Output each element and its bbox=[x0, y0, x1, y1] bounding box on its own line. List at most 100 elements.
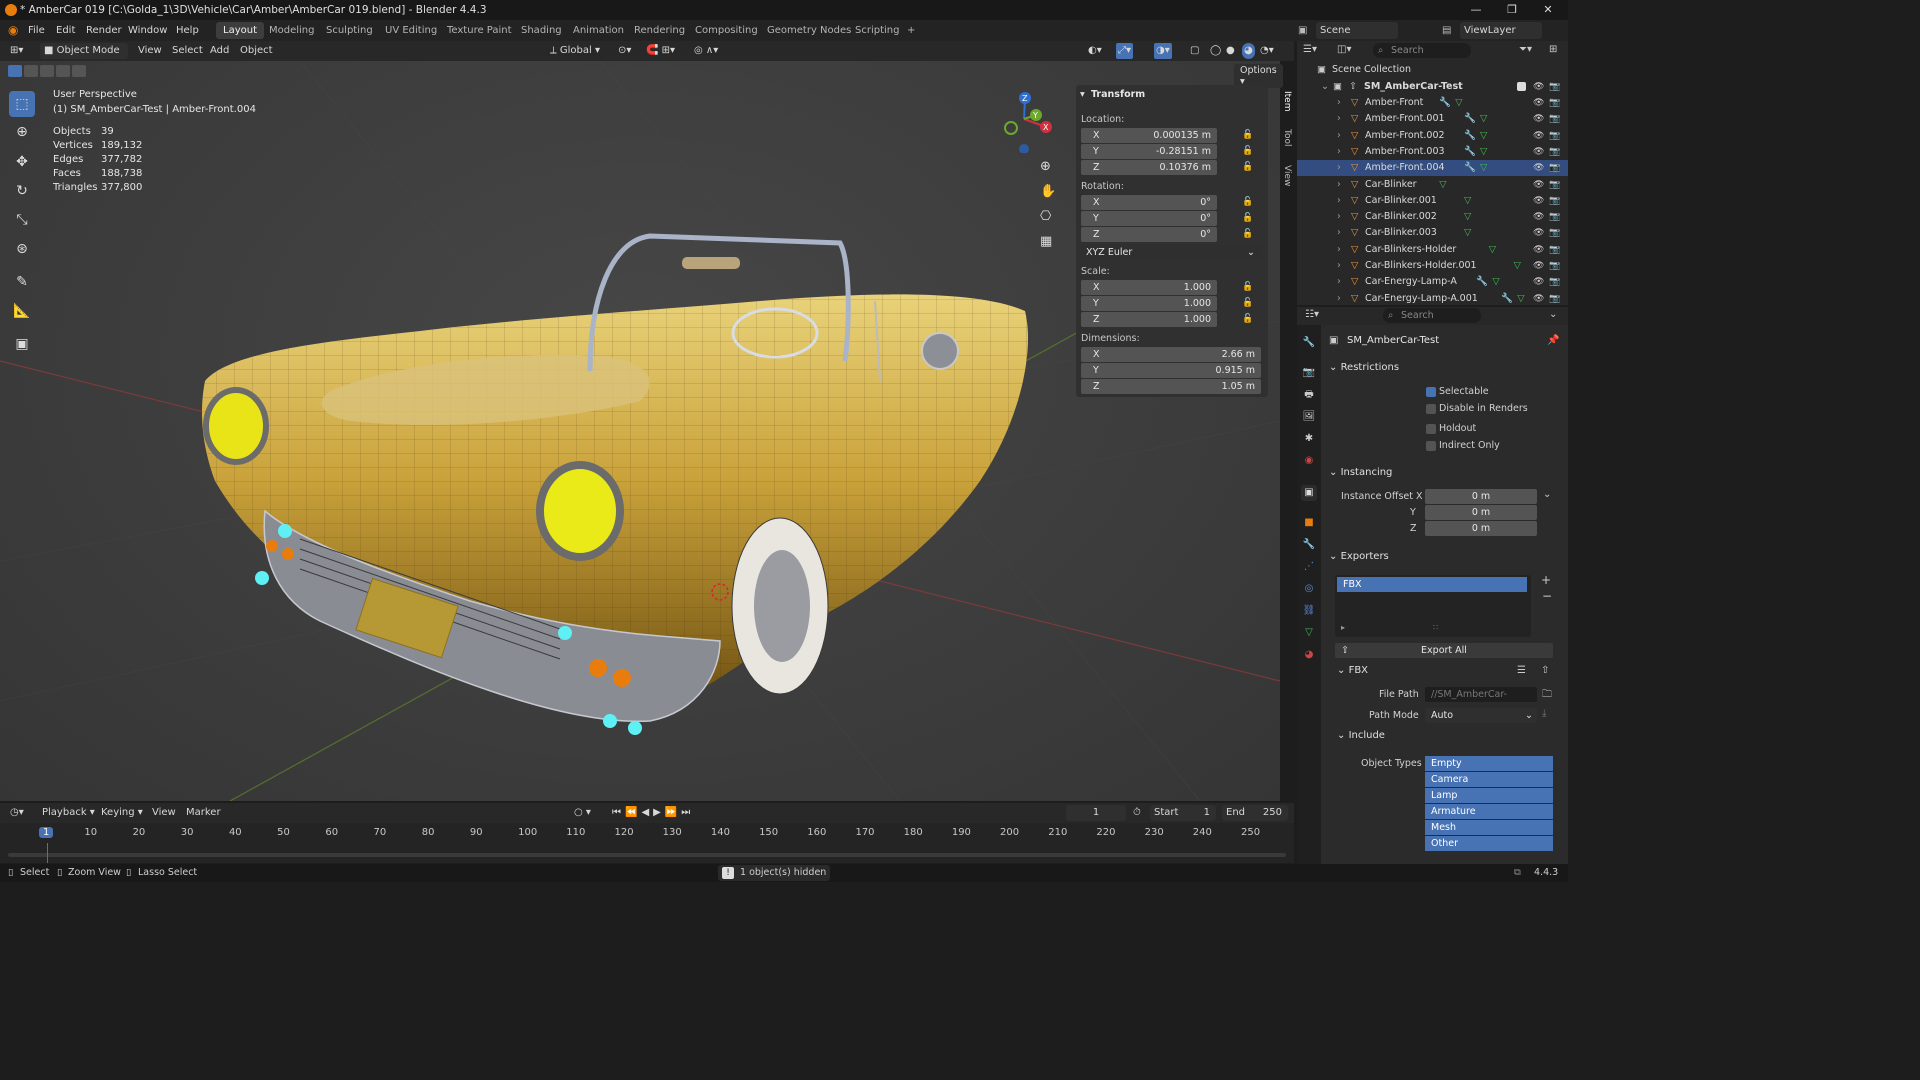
include-header[interactable]: ⌄ Include bbox=[1337, 730, 1385, 741]
object-tab-icon[interactable]: ■ bbox=[1301, 515, 1317, 531]
playback-controls[interactable]: ⏮⏪◀▶⏩⏭ bbox=[612, 805, 694, 821]
timeline-editor-icon[interactable]: ◷▾ bbox=[10, 805, 24, 821]
object-type-armature[interactable]: Armature bbox=[1425, 804, 1553, 819]
playback-menu[interactable]: Playback ▾ bbox=[42, 805, 95, 821]
lock-icon[interactable]: 🔓 bbox=[1242, 298, 1253, 308]
exporter-list-item[interactable]: FBX bbox=[1337, 577, 1527, 592]
timeline-scrollbar[interactable] bbox=[8, 853, 1286, 857]
end-frame-field[interactable]: End 250 bbox=[1222, 805, 1288, 821]
filter-icon[interactable]: ⏷▾ bbox=[1519, 44, 1532, 55]
camera-icon[interactable]: 📷 bbox=[1549, 291, 1560, 305]
tab-uv-editing[interactable]: UV Editing bbox=[378, 22, 444, 39]
location-z-field[interactable]: Z 0.10376 m bbox=[1081, 160, 1217, 175]
eye-icon[interactable]: 👁 bbox=[1533, 242, 1544, 258]
tab-layout[interactable]: Layout bbox=[216, 22, 264, 39]
view-menu[interactable]: View bbox=[138, 43, 162, 59]
start-frame-field[interactable]: Start 1 bbox=[1150, 805, 1216, 821]
add-cube-tool-icon[interactable]: ▣ bbox=[9, 331, 35, 357]
new-collection-icon[interactable]: ⊞ bbox=[1549, 44, 1557, 55]
camera-icon[interactable]: 📷 bbox=[1549, 111, 1560, 127]
location-y-field[interactable]: Y -0.28151 m bbox=[1081, 144, 1217, 159]
select-box-tool-icon[interactable]: ⬚ bbox=[9, 91, 35, 117]
camera-view-icon[interactable]: ⎔ bbox=[1040, 209, 1051, 224]
timeline-view-menu[interactable]: View bbox=[152, 805, 176, 821]
outliner-item[interactable]: › ▽ Amber-Front.004 🔧 ▽ 👁 📷 bbox=[1297, 160, 1568, 177]
eye-icon[interactable]: 👁 bbox=[1533, 193, 1544, 209]
lock-icon[interactable]: 🔓 bbox=[1242, 213, 1253, 223]
select-new-icon[interactable] bbox=[8, 65, 22, 77]
material-tab-icon[interactable]: ◕ bbox=[1301, 647, 1317, 663]
instance-offset-y-field[interactable]: 0 m bbox=[1425, 505, 1537, 520]
scene-tab-icon[interactable]: ✱ bbox=[1301, 431, 1317, 447]
select-intersect-icon[interactable] bbox=[72, 65, 86, 77]
scale-z-field[interactable]: Z 1.000 bbox=[1081, 312, 1217, 327]
select-invert-icon[interactable] bbox=[56, 65, 70, 77]
list-expand-icon[interactable]: ▸ bbox=[1341, 623, 1345, 632]
tab-scripting[interactable]: Scripting bbox=[848, 22, 906, 39]
annotate-tool-icon[interactable]: ✎ bbox=[9, 269, 35, 295]
camera-icon[interactable]: 📷 bbox=[1549, 225, 1560, 241]
rendered-shading-icon[interactable]: ◔▾ bbox=[1260, 43, 1274, 59]
eye-icon[interactable]: 👁 bbox=[1533, 95, 1544, 111]
add-exporter-button[interactable]: + bbox=[1541, 573, 1551, 587]
physics-tab-icon[interactable]: ◎ bbox=[1301, 581, 1317, 597]
location-x-field[interactable]: X 0.000135 m bbox=[1081, 128, 1217, 143]
camera-icon[interactable]: 📷 bbox=[1549, 274, 1560, 290]
minimize-button[interactable]: — bbox=[1458, 0, 1494, 20]
lock-icon[interactable]: 🔓 bbox=[1242, 282, 1253, 292]
outliner-item[interactable]: › ▽ Amber-Front.002 🔧 ▽ 👁 📷 bbox=[1297, 128, 1568, 144]
checkbox[interactable] bbox=[1517, 82, 1526, 91]
eye-icon[interactable]: 👁 bbox=[1533, 79, 1544, 95]
pin-icon[interactable]: 📌 bbox=[1547, 335, 1559, 346]
camera-icon[interactable]: 📷 bbox=[1549, 79, 1560, 95]
camera-icon[interactable]: 📷 bbox=[1549, 177, 1560, 193]
path-mode-dropdown[interactable]: Auto ⌄ bbox=[1425, 708, 1537, 723]
tab-view[interactable]: View bbox=[1278, 165, 1292, 186]
instancing-header[interactable]: ⌄ Instancing bbox=[1329, 467, 1392, 478]
tab-sculpting[interactable]: Sculpting bbox=[319, 22, 380, 39]
zoom-icon[interactable]: ⊕ bbox=[1040, 159, 1051, 174]
add-menu[interactable]: Add bbox=[210, 43, 229, 59]
camera-icon[interactable]: 📷 bbox=[1549, 242, 1560, 258]
dimensions-x-field[interactable]: X 2.66 m bbox=[1081, 347, 1261, 362]
transform-collapse-icon[interactable]: ▾ bbox=[1080, 89, 1085, 100]
instance-offset-z-field[interactable]: 0 m bbox=[1425, 521, 1537, 536]
export-icon[interactable]: ⇧ bbox=[1541, 665, 1549, 676]
scene-collection-row[interactable]: ▣ Scene Collection bbox=[1297, 62, 1568, 78]
transform-tool-icon[interactable]: ⊛ bbox=[9, 236, 35, 262]
particles-tab-icon[interactable]: ⋰ bbox=[1301, 559, 1317, 575]
pivot-icon[interactable]: ⊙▾ bbox=[618, 43, 631, 59]
eye-icon[interactable]: 👁 bbox=[1533, 225, 1544, 241]
move-tool-icon[interactable]: ✥ bbox=[9, 149, 35, 175]
camera-icon[interactable]: 📷 bbox=[1549, 144, 1560, 160]
chevron-right-icon[interactable]: › bbox=[1337, 177, 1341, 193]
rotation-z-field[interactable]: Z 0° bbox=[1081, 227, 1217, 242]
exporters-header[interactable]: ⌄ Exporters bbox=[1329, 551, 1389, 562]
chevron-right-icon[interactable]: › bbox=[1337, 144, 1341, 160]
chevron-right-icon[interactable]: › bbox=[1337, 128, 1341, 144]
timer-icon[interactable]: ⏱ bbox=[1133, 805, 1141, 821]
object-type-mesh[interactable]: Mesh bbox=[1425, 820, 1553, 835]
solid-shading-icon[interactable]: ● bbox=[1226, 43, 1235, 59]
chevron-right-icon[interactable]: › bbox=[1337, 242, 1341, 258]
scale-y-field[interactable]: Y 1.000 bbox=[1081, 296, 1217, 311]
lock-icon[interactable]: 🔓 bbox=[1242, 146, 1253, 156]
outliner-item[interactable]: › ▽ Amber-Front 🔧 ▽ 👁 📷 bbox=[1297, 95, 1568, 111]
camera-icon[interactable]: 📷 bbox=[1549, 193, 1560, 209]
visibility-icon[interactable]: ◐▾ bbox=[1088, 43, 1102, 59]
eye-icon[interactable]: 👁 bbox=[1533, 209, 1544, 225]
outliner-search-input[interactable]: ⌕ Search bbox=[1373, 43, 1471, 58]
tool-tab-icon[interactable]: 🔧 bbox=[1301, 335, 1317, 351]
select-extend-icon[interactable] bbox=[24, 65, 38, 77]
chevron-right-icon[interactable]: › bbox=[1337, 95, 1341, 111]
cursor-tool-icon[interactable]: ⊕ bbox=[9, 119, 35, 145]
world-tab-icon[interactable]: ◉ bbox=[1301, 453, 1317, 469]
selectable-checkbox[interactable] bbox=[1426, 387, 1436, 397]
auto-keying-icon[interactable]: ○ ▾ bbox=[574, 805, 591, 821]
modifier-tab-icon[interactable]: 🔧 bbox=[1301, 537, 1317, 553]
timeline-panel[interactable]: 1 10 20 30 40 50 60 70 80 90 100 110 120 130 140 150 160… bbox=[0, 823, 1294, 863]
status-report[interactable]: ! 1 object(s) hidden bbox=[718, 865, 830, 881]
close-button[interactable]: ✕ bbox=[1530, 0, 1566, 20]
eye-icon[interactable]: 👁 bbox=[1533, 111, 1544, 127]
outliner-item[interactable]: › ▽ Car-Energy-Lamp-A 🔧 ▽ 👁 📷 bbox=[1297, 274, 1568, 290]
